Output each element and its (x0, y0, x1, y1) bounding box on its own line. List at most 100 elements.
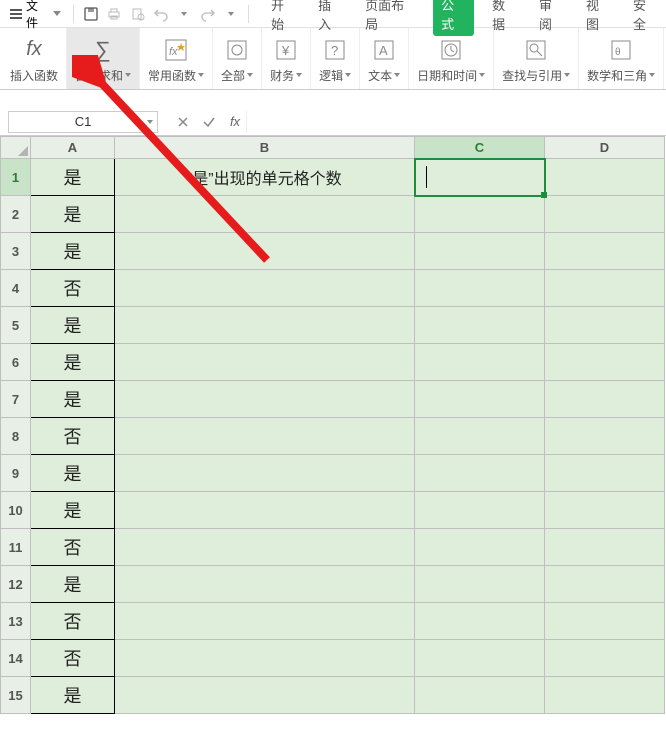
cell-B5[interactable] (115, 307, 415, 344)
cell-D1[interactable] (545, 159, 665, 196)
cell-B11[interactable] (115, 529, 415, 566)
column-header-D[interactable]: D (545, 137, 665, 159)
cell-B1[interactable]: “是”出现的单元格个数 (115, 159, 415, 196)
cell-D5[interactable] (545, 307, 665, 344)
cell-B6[interactable] (115, 344, 415, 381)
cell-D2[interactable] (545, 196, 665, 233)
accept-formula-icon[interactable] (198, 111, 220, 133)
row-header-9[interactable]: 9 (1, 455, 31, 492)
cell-C12[interactable] (415, 566, 545, 603)
cell-B2[interactable] (115, 196, 415, 233)
cell-D15[interactable] (545, 677, 665, 714)
column-header-C[interactable]: C (415, 137, 545, 159)
cell-C15[interactable] (415, 677, 545, 714)
cell-B8[interactable] (115, 418, 415, 455)
cell-A13[interactable]: 否 (31, 603, 115, 640)
ribbon-datetime[interactable]: 日期和时间 (409, 28, 494, 89)
cell-D12[interactable] (545, 566, 665, 603)
ribbon-autosum[interactable]: ∑ 自动求和 (67, 28, 140, 89)
ribbon-text[interactable]: A 文本 (360, 28, 409, 89)
cell-B15[interactable] (115, 677, 415, 714)
cell-A2[interactable]: 是 (31, 196, 115, 233)
cell-A12[interactable]: 是 (31, 566, 115, 603)
cell-B12[interactable] (115, 566, 415, 603)
row-header-14[interactable]: 14 (1, 640, 31, 677)
cell-A3[interactable]: 是 (31, 233, 115, 270)
cell-D6[interactable] (545, 344, 665, 381)
cell-B9[interactable] (115, 455, 415, 492)
row-header-7[interactable]: 7 (1, 381, 31, 418)
cell-D7[interactable] (545, 381, 665, 418)
ribbon-logic[interactable]: ? 逻辑 (311, 28, 360, 89)
cell-D14[interactable] (545, 640, 665, 677)
ribbon-financial[interactable]: ¥ 财务 (262, 28, 311, 89)
cell-C11[interactable] (415, 529, 545, 566)
row-header-8[interactable]: 8 (1, 418, 31, 455)
print-icon[interactable] (103, 3, 124, 25)
cell-C8[interactable] (415, 418, 545, 455)
redo-icon[interactable] (197, 3, 218, 25)
row-header-10[interactable]: 10 (1, 492, 31, 529)
cell-C5[interactable] (415, 307, 545, 344)
cell-B13[interactable] (115, 603, 415, 640)
cell-A11[interactable]: 否 (31, 529, 115, 566)
cell-A15[interactable]: 是 (31, 677, 115, 714)
save-icon[interactable] (80, 3, 101, 25)
cell-A1[interactable]: 是 (31, 159, 115, 196)
select-all-corner[interactable] (1, 137, 31, 159)
cell-C4[interactable] (415, 270, 545, 307)
print-preview-icon[interactable] (127, 3, 148, 25)
cell-D9[interactable] (545, 455, 665, 492)
cell-B7[interactable] (115, 381, 415, 418)
row-header-13[interactable]: 13 (1, 603, 31, 640)
column-header-A[interactable]: A (31, 137, 115, 159)
ribbon-math[interactable]: θ 数学和三角 (579, 28, 664, 89)
cell-B3[interactable] (115, 233, 415, 270)
undo-icon[interactable] (150, 3, 171, 25)
cell-C9[interactable] (415, 455, 545, 492)
cell-B4[interactable] (115, 270, 415, 307)
redo-caret-icon[interactable] (221, 3, 242, 25)
ribbon-all[interactable]: 全部 (213, 28, 262, 89)
cell-A5[interactable]: 是 (31, 307, 115, 344)
row-header-1[interactable]: 1 (1, 159, 31, 196)
cell-D4[interactable] (545, 270, 665, 307)
cell-A4[interactable]: 否 (31, 270, 115, 307)
column-header-B[interactable]: B (115, 137, 415, 159)
cell-A10[interactable]: 是 (31, 492, 115, 529)
cell-C3[interactable] (415, 233, 545, 270)
cell-C6[interactable] (415, 344, 545, 381)
cell-C2[interactable] (415, 196, 545, 233)
cell-D8[interactable] (545, 418, 665, 455)
row-header-4[interactable]: 4 (1, 270, 31, 307)
cell-C10[interactable] (415, 492, 545, 529)
row-header-15[interactable]: 15 (1, 677, 31, 714)
cell-C13[interactable] (415, 603, 545, 640)
cell-A7[interactable]: 是 (31, 381, 115, 418)
cell-A14[interactable]: 否 (31, 640, 115, 677)
ribbon-insert-function[interactable]: fx 插入函数 (2, 28, 67, 89)
cell-C14[interactable] (415, 640, 545, 677)
cell-D3[interactable] (545, 233, 665, 270)
name-box[interactable]: C1 (8, 111, 158, 133)
undo-caret-icon[interactable] (174, 3, 195, 25)
cell-A8[interactable]: 否 (31, 418, 115, 455)
row-header-6[interactable]: 6 (1, 344, 31, 381)
row-header-5[interactable]: 5 (1, 307, 31, 344)
cell-C7[interactable] (415, 381, 545, 418)
cell-B10[interactable] (115, 492, 415, 529)
cancel-formula-icon[interactable] (172, 111, 194, 133)
cell-B14[interactable] (115, 640, 415, 677)
cell-D13[interactable] (545, 603, 665, 640)
ribbon-lookup[interactable]: 查找与引用 (494, 28, 579, 89)
cell-C1[interactable] (415, 159, 545, 196)
cell-D11[interactable] (545, 529, 665, 566)
cell-A9[interactable]: 是 (31, 455, 115, 492)
cell-D10[interactable] (545, 492, 665, 529)
row-header-12[interactable]: 12 (1, 566, 31, 603)
ribbon-common-fn[interactable]: fx 常用函数 (140, 28, 213, 89)
fx-button[interactable]: fx (224, 111, 246, 133)
cell-A6[interactable]: 是 (31, 344, 115, 381)
row-header-2[interactable]: 2 (1, 196, 31, 233)
row-header-3[interactable]: 3 (1, 233, 31, 270)
